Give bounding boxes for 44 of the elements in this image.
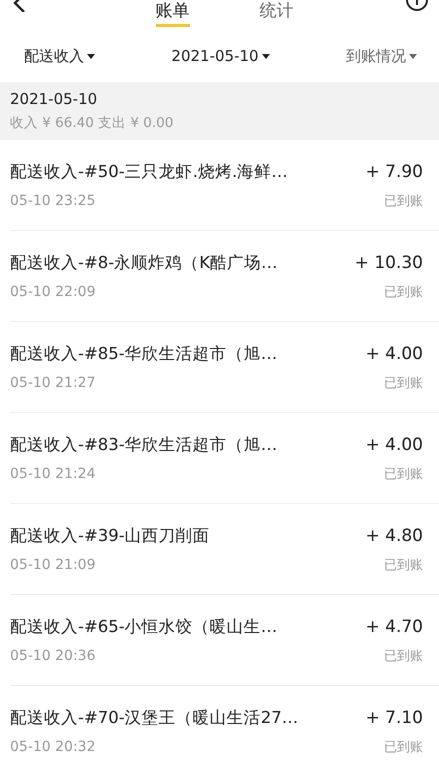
record-item[interactable]: 配送收入-#8-永顺炸鸡（K酷广场… + 10.30 05-10 22:09 已到账 <box>10 231 439 322</box>
tab[interactable]: 账单 <box>156 1 190 27</box>
record-status: 已到账 <box>384 466 423 482</box>
record-status: 已到账 <box>384 284 423 300</box>
record-title: 配送收入-#85-华欣生活超市（旭… <box>10 342 278 364</box>
filter-dropdown[interactable]: 配送收入 <box>24 42 95 70</box>
record-item[interactable]: 配送收入-#70-汉堡王（暖山生活27… + 7.10 05-10 20:32 已到账 <box>10 686 439 775</box>
record-time: 05-10 20:32 <box>10 738 96 754</box>
record-time: 05-10 22:09 <box>10 284 96 300</box>
record-status: 已到账 <box>384 738 423 756</box>
record-time: 05-10 21:09 <box>10 556 96 572</box>
record-item[interactable]: 配送收入-#65-小恒水饺（暖山生… + 4.70 05-10 20:36 已到账 <box>10 595 439 686</box>
record-time: 05-10 20:36 <box>10 648 96 664</box>
record-amount: + 4.70 <box>366 616 423 636</box>
record-item[interactable]: 配送收入-#85-华欣生活超市（旭… + 4.00 05-10 21:27 已到账 <box>10 322 439 413</box>
record-time: 05-10 21:27 <box>10 374 96 390</box>
summary-totals: 收入 ¥ 66.40 支出 ¥ 0.00 <box>10 114 174 132</box>
record-item[interactable]: 配送收入-#50-三只龙虾.烧烤.海鲜… + 7.90 05-10 23:25 已到账 <box>10 140 439 231</box>
record-status: 已到账 <box>384 648 423 664</box>
record-title: 配送收入-#70-汉堡王（暖山生活27… <box>10 706 298 728</box>
record-title: 配送收入-#65-小恒水饺（暖山生… <box>10 616 278 638</box>
tab[interactable]: 统计 <box>260 1 294 27</box>
record-item[interactable]: 配送收入-#83-华欣生活超市（旭… + 4.00 05-10 21:24 已到账 <box>10 413 439 504</box>
record-item[interactable]: 配送收入-#39-山西刀削面 + 4.80 05-10 21:09 已到账 <box>10 504 439 595</box>
record-status: 已到账 <box>384 556 423 574</box>
record-title: 配送收入-#83-华欣生活超市（旭… <box>10 434 278 456</box>
back-icon[interactable] <box>12 0 26 12</box>
record-status: 已到账 <box>384 192 423 210</box>
record-title: 配送收入-#50-三只龙虾.烧烤.海鲜… <box>10 160 288 182</box>
info-icon[interactable] <box>405 0 429 12</box>
record-time: 05-10 21:24 <box>10 466 96 482</box>
record-amount: + 10.30 <box>354 252 423 272</box>
record-amount: + 4.00 <box>366 434 423 454</box>
record-amount: + 4.80 <box>366 526 423 546</box>
filter-dropdown[interactable]: 到账情况 <box>346 42 417 70</box>
record-title: 配送收入-#39-山西刀削面 <box>10 524 210 546</box>
record-time: 05-10 23:25 <box>10 192 96 208</box>
record-title: 配送收入-#8-永顺炸鸡（K酷广场… <box>10 252 278 274</box>
summary-date: 2021-05-10 <box>10 90 98 108</box>
filter-dropdown[interactable]: 2021-05-10 <box>171 43 270 69</box>
record-amount: + 7.10 <box>366 708 423 728</box>
record-amount: + 4.00 <box>366 344 423 364</box>
record-amount: + 7.90 <box>366 162 423 182</box>
record-status: 已到账 <box>384 374 423 392</box>
